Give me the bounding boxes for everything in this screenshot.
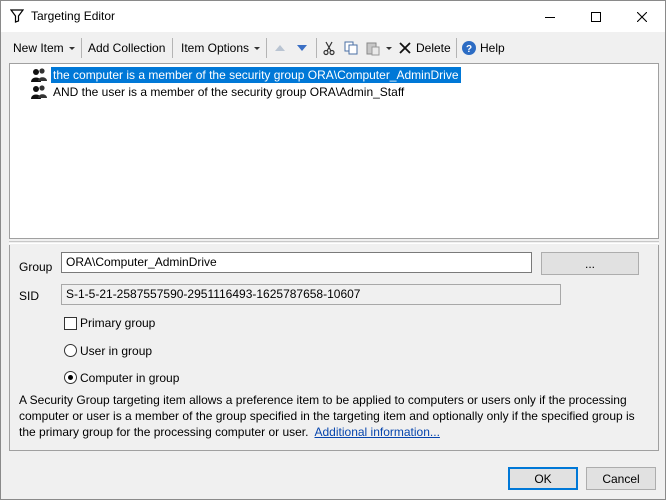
paste-dropdown-icon [386,47,392,50]
move-down-icon[interactable] [294,40,310,56]
security-group-icon [31,67,47,82]
toolbar: New Item Add Collection Item Options Del… [1,32,665,64]
browse-button[interactable]: ... [541,252,639,275]
toolbar-separator [172,38,173,58]
item-options-dropdown-icon [254,47,260,50]
move-up-icon[interactable] [272,40,288,56]
computer-in-group-label: Computer in group [80,371,180,385]
sid-field: S-1-5-21-2587557590-2951116493-162578765… [61,284,561,305]
properties-panel: Group ORA\Computer_AdminDrive ... SID S-… [9,245,659,451]
svg-text:?: ? [466,44,472,55]
minimize-button[interactable] [527,1,573,32]
user-in-group-radio[interactable] [64,344,77,357]
tree-item[interactable]: the computer is a member of the security… [30,66,461,83]
tree-item-label: AND the user is a member of the security… [53,84,405,99]
targeting-editor-window: Targeting Editor New Item Add Collection… [0,0,666,500]
computer-in-group-radio[interactable] [64,371,77,384]
add-collection-button[interactable]: Add Collection [88,41,165,55]
maximize-button[interactable] [573,1,619,32]
maximize-icon [591,11,601,22]
group-label: Group [19,260,53,274]
cancel-button[interactable]: Cancel [586,467,656,490]
paste-icon[interactable] [365,40,381,56]
new-item-menu[interactable]: New Item [13,41,64,55]
copy-icon[interactable] [343,40,359,56]
sid-label: SID [19,289,40,303]
toolbar-separator [81,38,82,58]
group-input[interactable]: ORA\Computer_AdminDrive [61,252,532,273]
title-bar: Targeting Editor [1,1,665,32]
security-group-icon [31,84,47,99]
targeting-items-tree[interactable]: the computer is a member of the security… [9,63,659,239]
primary-group-checkbox[interactable] [64,317,77,330]
minimize-icon [545,16,555,18]
toolbar-separator [316,38,317,58]
close-icon [637,11,647,22]
toolbar-separator [456,38,457,58]
primary-group-label: Primary group [80,316,156,330]
new-item-dropdown-icon [69,47,75,50]
cut-icon[interactable] [321,40,337,56]
tree-item[interactable]: AND the user is a member of the security… [30,83,406,100]
help-icon: ? [462,41,476,55]
ok-button[interactable]: OK [508,467,578,490]
item-options-menu[interactable]: Item Options [181,41,249,55]
tree-item-label: the computer is a member of the security… [51,66,461,83]
additional-information-link[interactable]: Additional information... [315,425,440,439]
delete-icon [399,42,411,54]
close-button[interactable] [619,1,665,32]
toolbar-separator [266,38,267,58]
user-in-group-label: User in group [80,344,153,358]
description-text: A Security Group targeting item allows a… [19,392,649,440]
window-title: Targeting Editor [31,9,116,23]
splitter[interactable] [9,241,659,244]
filter-icon [10,9,24,23]
delete-button[interactable]: Delete [416,41,451,55]
help-button[interactable]: Help [480,41,505,55]
